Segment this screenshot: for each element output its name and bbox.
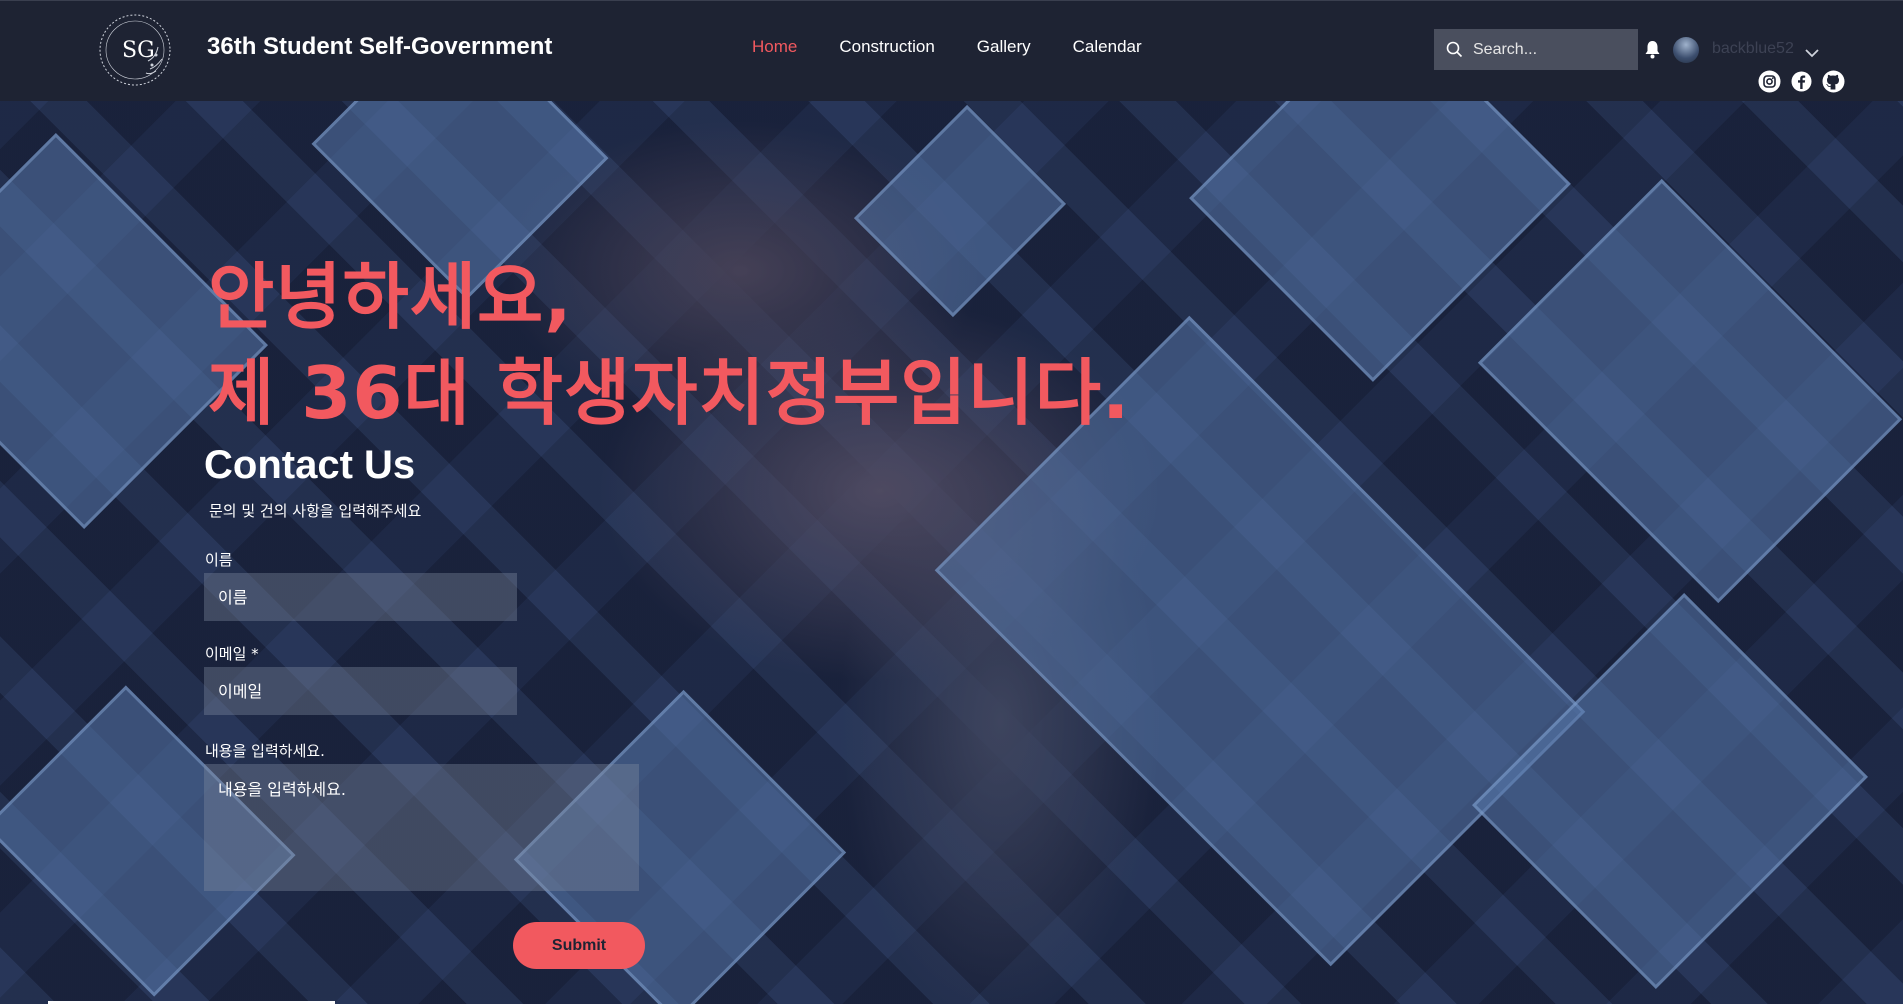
nav-gallery[interactable]: Gallery (977, 37, 1031, 57)
chevron-down-icon[interactable] (1804, 43, 1820, 62)
site-title[interactable]: 36th Student Self-Government (207, 33, 552, 61)
nav-calendar[interactable]: Calendar (1073, 37, 1142, 57)
main-nav: Home Construction Gallery Calendar (752, 37, 1142, 57)
hero-headline-line1: 안녕하세요, (208, 255, 573, 339)
hero-headline-line2: 제 36대 학생자치정부입니다. (208, 351, 1131, 435)
notifications-bell-icon[interactable] (1644, 40, 1661, 63)
contact-title: Contact Us (204, 443, 416, 487)
social-links (1758, 70, 1845, 93)
nav-home[interactable]: Home (752, 37, 797, 57)
nav-construction[interactable]: Construction (839, 37, 934, 57)
search-bar[interactable] (1434, 29, 1638, 70)
email-input[interactable] (204, 667, 517, 715)
github-icon[interactable] (1822, 70, 1845, 93)
name-input[interactable] (204, 573, 517, 621)
facebook-icon[interactable] (1790, 70, 1813, 93)
name-label: 이름 (205, 551, 233, 569)
contact-subtitle: 문의 및 건의 사항을 입력해주세요 (209, 502, 422, 520)
message-textarea[interactable] (204, 764, 639, 891)
search-icon (1446, 41, 1463, 58)
instagram-icon[interactable] (1758, 70, 1781, 93)
site-logo[interactable]: SG (96, 11, 174, 89)
email-label: 이메일 * (205, 645, 259, 663)
search-input[interactable] (1473, 40, 1623, 59)
message-label: 내용을 입력하세요. (205, 742, 325, 760)
site-header: SG 36th Student Self-Government Home Con… (0, 0, 1903, 101)
submit-button[interactable]: Submit (513, 922, 645, 969)
user-avatar[interactable] (1673, 37, 1699, 63)
svg-text:SG: SG (122, 38, 155, 63)
user-name[interactable]: backblue52 (1712, 40, 1794, 58)
hero-headline: 안녕하세요, 제 36대 학생자치정부입니다. (208, 249, 1130, 441)
